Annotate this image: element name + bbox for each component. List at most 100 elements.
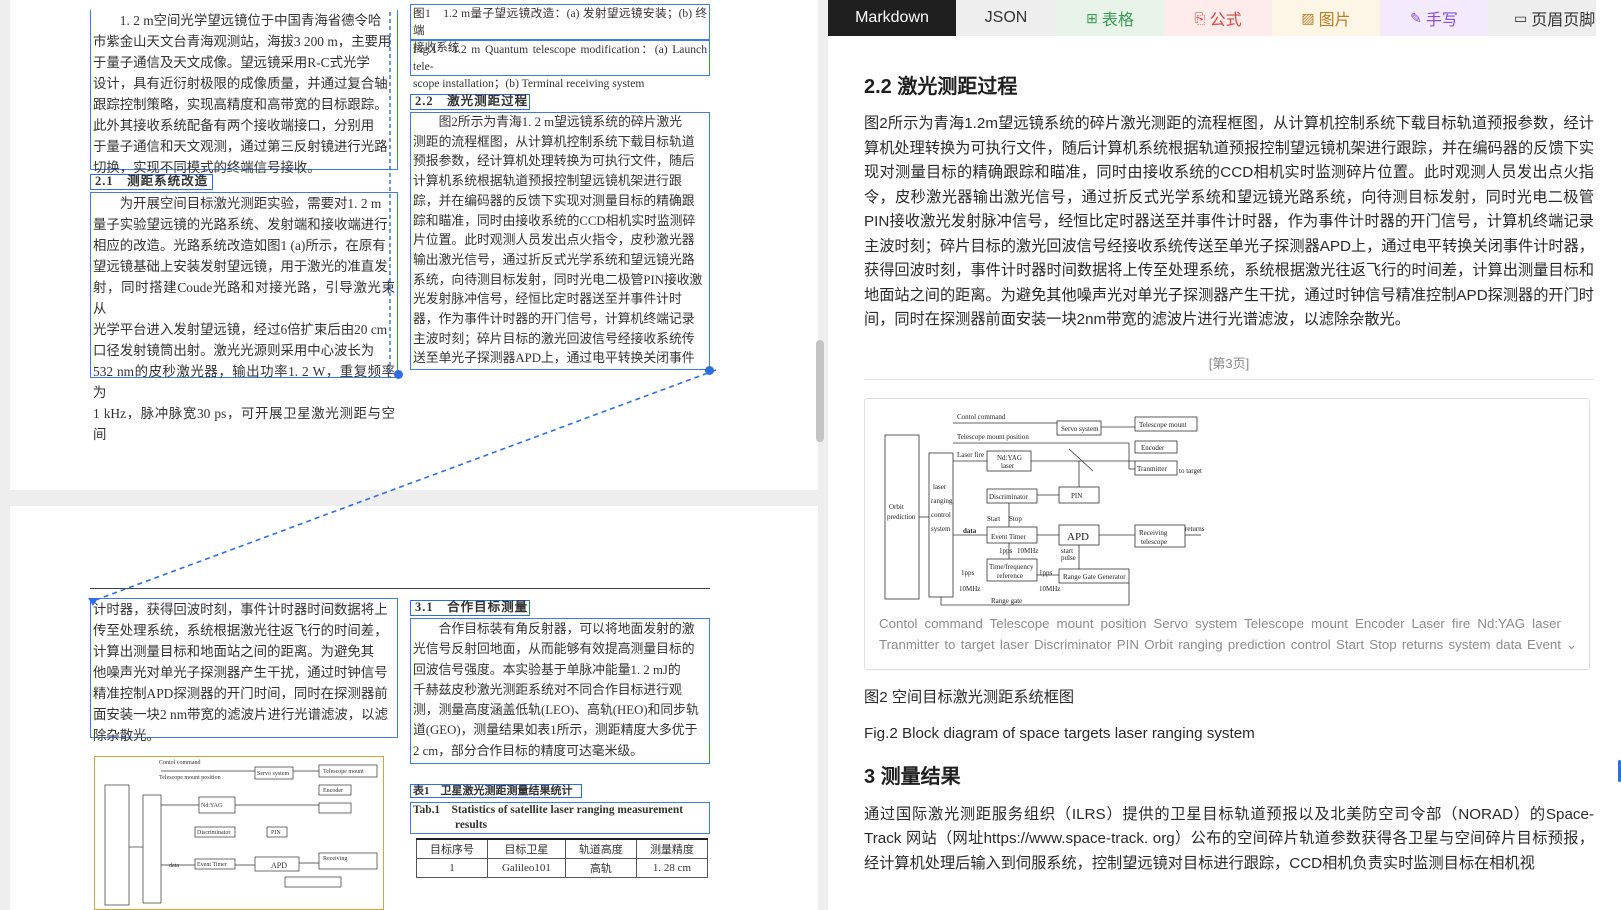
line: scope installation；(b) Terminal receivin… <box>413 77 645 90</box>
figure-alt-text: Contol command Telescope mount position … <box>879 615 1561 652</box>
line: 测，测量高度涵盖低轨(LEO)、高轨(HEO)和同步轨 <box>413 703 699 718</box>
diagram-label: Telescope mount <box>1139 421 1187 429</box>
caption-text: Fig.1 1.2 m Quantum telescope modificati… <box>411 41 709 92</box>
line: 图1 1.2 m量子望远镜改造：(a) 发射望远镜安装；(b) 终端 <box>413 7 707 37</box>
diagram-label: 1pps <box>1039 569 1053 577</box>
pdf-scrollbar[interactable] <box>816 340 824 442</box>
tab-json[interactable]: JSON <box>956 0 1056 36</box>
line: 传至处理系统，系统根据激光往返飞行的时间差， <box>93 623 388 638</box>
page-icon: ▭ <box>1514 9 1528 26</box>
caption-text: 表1 卫星激光测距测量结果统计 <box>411 785 581 798</box>
line: Tab.1 Statistics of satellite laser rang… <box>413 804 683 816</box>
chevron-down-icon[interactable]: ⌄ <box>1566 637 1577 653</box>
tab-header-footer[interactable]: ▭ 页眉页脚 <box>1488 0 1596 36</box>
line: 回波信号强度。本实验基于单脉冲能量1. 2 mJ的 <box>413 662 681 677</box>
line: 于量子通信和天文观测，通过第三反射镜进行光路 <box>93 139 388 154</box>
diagram-label: Event Timer <box>991 533 1026 541</box>
tab-handwriting[interactable]: ✎ 手写 <box>1380 0 1488 36</box>
line: 跟踪控制策略，实现高精度和高带宽的目标跟踪。 <box>93 97 388 112</box>
diagram-label: to target <box>1179 467 1202 475</box>
diagram-label: 1pps <box>961 569 975 577</box>
diagram-label: Receiving <box>1139 529 1168 537</box>
heading-block[interactable]: 2.1 测距系统改造 <box>90 174 213 190</box>
tab-label: Markdown <box>855 9 929 26</box>
pdf-viewer[interactable]: 1. 2 m空间光学望远镜位于中国青海省德令哈 市紫金山天文台青海观测站，海拔3… <box>0 0 828 910</box>
diagram-label: Discriminator <box>989 493 1029 501</box>
diagram-label: Laser fire <box>957 451 984 459</box>
figure-region[interactable]: Contol command Telescope mount position … <box>94 756 384 910</box>
line: 踪和瞄准，同时由接收系统的CCD相机实时监测碎 <box>413 213 696 228</box>
diagram-label: Telescope mount position <box>957 433 1029 441</box>
diagram-label: telescope <box>1141 538 1167 546</box>
diagram-label: PIN <box>271 830 281 836</box>
heading-text: 3.1 合作目标测量 <box>415 600 529 614</box>
caption-block[interactable]: 表1 卫星激光测距测量结果统计 <box>410 784 582 798</box>
section-heading: 2.2 激光测距过程 <box>864 76 1018 98</box>
figure-card[interactable]: Contol command Telescope mount position … <box>864 397 1590 670</box>
heading-block[interactable]: 2.2 激光测距过程 <box>410 94 530 110</box>
result-tabs: Markdown JSON ⊞ 表格 ⎘ 公式 ▨ 图片 ✎ 手写 ▭ 页眉页脚 <box>828 0 1621 36</box>
caption-block[interactable]: Tab.1 Statistics of satellite laser rang… <box>410 802 710 834</box>
app-root: 1. 2 m空间光学望远镜位于中国青海省德令哈 市紫金山天文台青海观测站，海拔3… <box>0 0 1621 910</box>
caption-block[interactable]: 图1 1.2 m量子望远镜改造：(a) 发射望远镜安装；(b) 终端 接收系统 <box>410 4 710 54</box>
caption-block[interactable]: Fig.1 1.2 m Quantum telescope modificati… <box>410 40 710 90</box>
paragraph: 为开展空间目标激光测距实验，需要对1. 2 m 量子实验望远镜的光路系统、发射端… <box>91 193 397 445</box>
tab-formula[interactable]: ⎘ 公式 <box>1164 0 1272 36</box>
pdf-page: 1. 2 m空间光学望远镜位于中国青海省德令哈 市紫金山天文台青海观测站，海拔3… <box>10 0 818 490</box>
figure-thumbnail: Contol command Telescope mount position … <box>104 760 378 906</box>
tab-label: 图片 <box>1318 12 1351 29</box>
line: 计算出测量目标和地面站之间的距离。为避免其 <box>93 644 375 659</box>
diagram-label: Contol command <box>159 760 201 766</box>
line: 量子实验望远镜的光路系统、发射端和接收端进行 <box>93 217 388 232</box>
markdown-content: 2.2 激光测距过程 图2所示为青海1.2m望远镜系统的碎片激光测距的流程框图，… <box>864 36 1594 876</box>
diagram-label: Servo system <box>257 771 289 777</box>
pen-icon: ✎ <box>1410 9 1422 26</box>
section-heading: 3 测量结果 <box>864 765 961 788</box>
line: 望远镜基础上安装发射望远镜，用于激光的准直发 <box>93 259 388 274</box>
heading-block[interactable]: 3.1 合作目标测量 <box>410 600 530 616</box>
text-block[interactable]: 图2所示为青海1. 2 m望远镜系统的碎片激光 测距的流程框图，从计算机控制系统… <box>410 112 710 370</box>
line: 系统，向待测目标发射，同时光电二极管PIN接收激 <box>413 272 703 287</box>
table-cell: 1. 28 cm <box>635 858 709 878</box>
selection-handle[interactable] <box>394 370 403 379</box>
line: Fig.1 1.2 m Quantum telescope modificati… <box>413 43 707 73</box>
selection-handle[interactable] <box>705 366 714 375</box>
formula-icon: ⎘ <box>1194 9 1206 26</box>
diagram-label: Servo system <box>1061 425 1099 433</box>
text-block[interactable]: 合作目标装有角反射器，可以将地面发射的激 光信号反射回地面，从而能够有效提高测量… <box>410 618 710 764</box>
diagram-label: Orbit <box>889 503 904 511</box>
table-region[interactable]: 目标序号 目标卫星 轨道高度 测量精度 1 Galileo101 高轨 1. 2… <box>415 838 709 878</box>
diagram-label: Time/frequency <box>989 563 1034 571</box>
line: 千赫兹皮秒激光测距系统对不同合作目标进行观 <box>413 682 682 697</box>
diagram-label: prediction <box>887 513 916 521</box>
paragraph: 图2所示为青海1. 2 m望远镜系统的碎片激光 测距的流程框图，从计算机控制系统… <box>411 113 709 369</box>
text-block[interactable]: 1. 2 m空间光学望远镜位于中国青海省德令哈 市紫金山天文台青海观测站，海拔3… <box>90 10 398 175</box>
line: 光信号反射回地面，从而能够有效提高测量目标的 <box>413 642 695 657</box>
tab-markdown[interactable]: Markdown <box>828 0 956 36</box>
tab-table[interactable]: ⊞ 表格 <box>1056 0 1164 36</box>
table-header-cell: 目标序号 <box>415 838 489 859</box>
line: 2 cm，部分合作目标的精度可达毫米级。 <box>413 743 643 758</box>
tab-label: 页眉页脚 <box>1531 12 1596 29</box>
line: 光学平台进入发射望远镜，经过6倍扩束后由20 cm <box>93 322 388 337</box>
line: 片位置。此时观测人员发出点火指令，皮秒激光器 <box>413 233 695 248</box>
table-cell: Galileo101 <box>487 858 566 878</box>
diagram-label: APD <box>1067 531 1089 543</box>
table-icon: ⊞ <box>1086 9 1098 26</box>
selection-handle[interactable] <box>88 598 98 606</box>
image-icon: ▨ <box>1301 9 1315 26</box>
diagram-label: returns <box>1185 525 1205 533</box>
table-header-cell: 测量精度 <box>635 838 709 859</box>
line: 踪，并在编码器的反馈下实现对测量目标的精确跟 <box>413 193 695 208</box>
tab-label: 公式 <box>1209 12 1242 29</box>
diagram-label: Stop <box>1009 515 1022 523</box>
text-block-selected[interactable]: 计时器，获得回波时刻，事件计时器时间数据将上 传至处理系统，系统根据激光往返飞行… <box>90 598 398 743</box>
line: 532 nm的皮秒激光器，输出功率1. 2 W，重复频率为 <box>93 364 395 400</box>
diagram-label: 1pps <box>999 547 1013 555</box>
diagram-label: ranging <box>931 497 953 505</box>
diagram-label: Range gate <box>991 597 1022 605</box>
tab-image[interactable]: ▨ 图片 <box>1272 0 1380 36</box>
diagram-label: Encoder <box>1141 444 1165 452</box>
diagram-label: data <box>963 527 977 535</box>
text-block[interactable]: 为开展空间目标激光测距实验，需要对1. 2 m 量子实验望远镜的光路系统、发射端… <box>90 192 398 442</box>
